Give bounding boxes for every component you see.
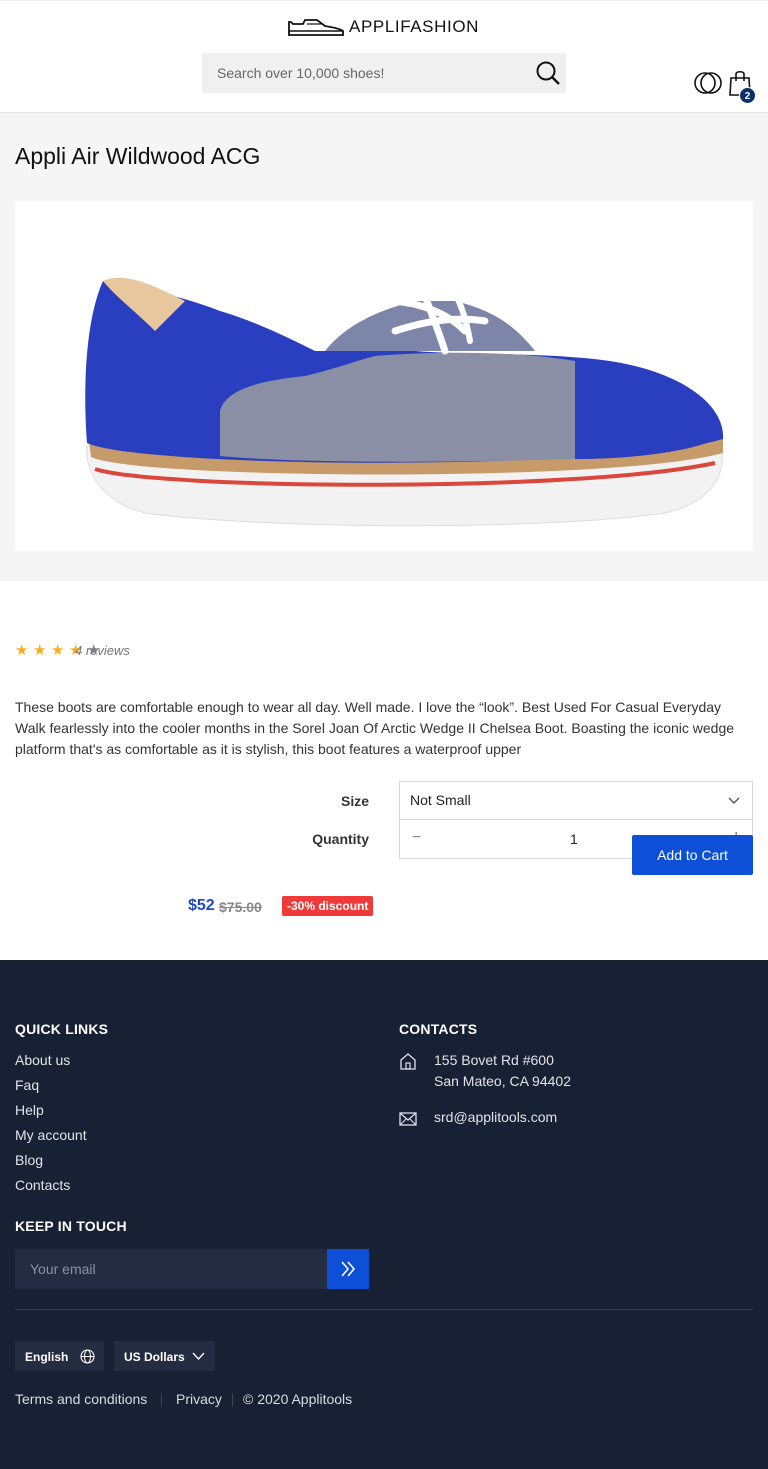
current-price: $52 [188,897,215,914]
currency-dropdown[interactable]: US Dollars [114,1341,215,1371]
globe-icon [80,1349,95,1364]
logo[interactable]: APPLIFASHION [287,16,479,38]
contact-email-link[interactable]: srd@applitools.com [434,1107,557,1128]
chevron-down-icon [192,1352,205,1360]
size-select[interactable]: Not Small [399,781,753,820]
user-icon[interactable] [694,69,722,97]
search-icon[interactable] [534,59,562,87]
newsletter-email-input[interactable] [15,1249,315,1289]
footer-link-blog[interactable]: Blog [15,1152,43,1168]
size-label: Size [340,793,369,809]
quantity-label: Quantity [312,831,369,847]
currency-value: US Dollars [124,1350,185,1364]
footer-link-faq[interactable]: Faq [15,1077,39,1093]
double-chevron-right-icon [341,1261,356,1277]
star-icon: ★ [33,642,47,659]
size-value: Not Small [410,792,471,808]
quantity-decrement-button[interactable]: − [412,829,421,847]
newsletter-form [15,1249,327,1289]
quick-links-heading: QUICK LINKS [15,1021,109,1037]
language-value: English [25,1350,69,1364]
address-line-2: San Mateo, CA 94402 [434,1073,571,1089]
footer-link-about[interactable]: About us [15,1052,70,1068]
footer-link-help[interactable]: Help [15,1102,44,1118]
privacy-link[interactable]: Privacy [176,1391,222,1407]
search-input[interactable] [202,65,522,81]
envelope-icon [399,1112,417,1126]
shoe-icon [288,19,344,36]
quantity-value[interactable]: 1 [570,831,578,847]
cart-count-badge: 2 [739,87,756,104]
separator [161,1393,162,1407]
terms-link[interactable]: Terms and conditions [15,1391,147,1407]
add-to-cart-button[interactable]: Add to Cart [632,835,753,875]
product-image [15,201,753,551]
newsletter-submit-button[interactable] [327,1249,369,1289]
footer-link-account[interactable]: My account [15,1127,87,1143]
site-header: APPLIFASHION 2 [0,0,768,113]
address-line-1: 155 Bovet Rd #600 [434,1052,554,1068]
separator [232,1393,233,1407]
footer-divider [15,1309,753,1310]
chevron-down-icon [728,797,740,804]
site-footer: QUICK LINKS About us Faq Help My account… [0,960,768,1469]
product-hero: Appli Air Wildwood ACG [0,113,768,581]
keep-in-touch-heading: KEEP IN TOUCH [15,1218,127,1234]
product-title: Appli Air Wildwood ACG [15,143,261,169]
reviews-link[interactable]: 4 reviews [75,643,130,658]
star-icon: ★ [51,642,65,659]
product-description: These boots are comfortable enough to we… [15,699,735,757]
language-dropdown[interactable]: English [15,1341,104,1371]
copyright: © 2020 Applitools [243,1391,353,1407]
search-bar [202,53,566,93]
logo-text: APPLIFASHION [349,17,480,36]
original-price: $75.00 [219,899,262,915]
footer-link-contacts[interactable]: Contacts [15,1177,70,1193]
discount-badge: -30% discount [282,896,374,916]
star-icon: ★ [15,642,29,659]
contacts-heading: CONTACTS [399,1021,478,1037]
home-icon [400,1053,416,1070]
